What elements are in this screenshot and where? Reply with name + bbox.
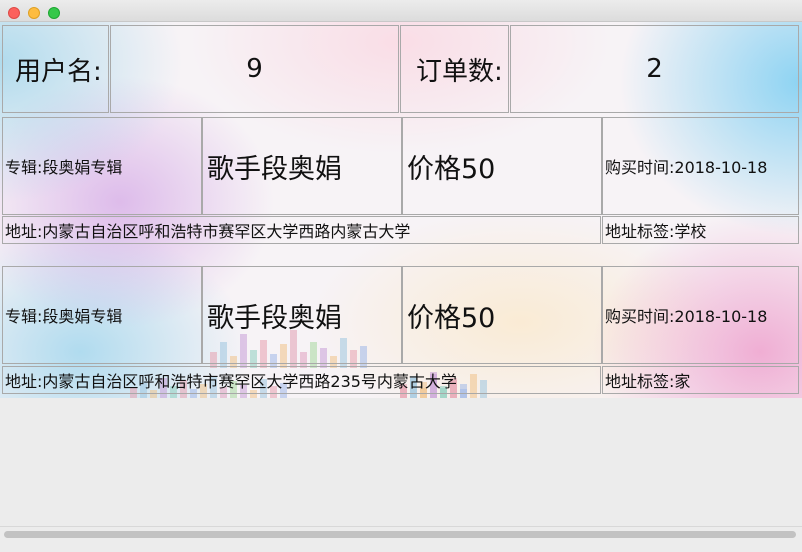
username-value: 9 xyxy=(110,25,399,113)
close-window-button[interactable] xyxy=(8,7,20,19)
order-purchase-time: 购买时间:2018-10-18 xyxy=(602,266,799,364)
horizontal-scrollbar[interactable] xyxy=(0,526,802,542)
order-address-tag: 地址标签:家 xyxy=(602,366,799,394)
zoom-window-button[interactable] xyxy=(48,7,60,19)
order-price: 价格50 xyxy=(402,117,602,215)
order-purchase-time: 购买时间:2018-10-18 xyxy=(602,117,799,215)
order-address: 地址:内蒙古自治区呼和浩特市赛罕区大学西路235号内蒙古大学 xyxy=(2,366,601,394)
minimize-window-button[interactable] xyxy=(28,7,40,19)
order-album: 专辑:段奥娟专辑 xyxy=(2,117,202,215)
order-singer: 歌手段奥娟 xyxy=(202,266,402,364)
order-price: 价格50 xyxy=(402,266,602,364)
username-label: 用户名: xyxy=(2,25,109,113)
scrollbar-thumb[interactable] xyxy=(4,531,796,538)
order-address-tag: 地址标签:学校 xyxy=(602,216,799,244)
order-address: 地址:内蒙古自治区呼和浩特市赛罕区大学西路内蒙古大学 xyxy=(2,216,601,244)
order-count-value: 2 xyxy=(510,25,799,113)
app-window: 用户名: 9 订单数: 2 专辑:段奥娟专辑 歌手段奥娟 价格50 购买时间:2… xyxy=(0,0,802,552)
title-bar xyxy=(0,0,802,22)
order-singer: 歌手段奥娟 xyxy=(202,117,402,215)
order-album: 专辑:段奥娟专辑 xyxy=(2,266,202,364)
order-count-label: 订单数: xyxy=(400,25,509,113)
